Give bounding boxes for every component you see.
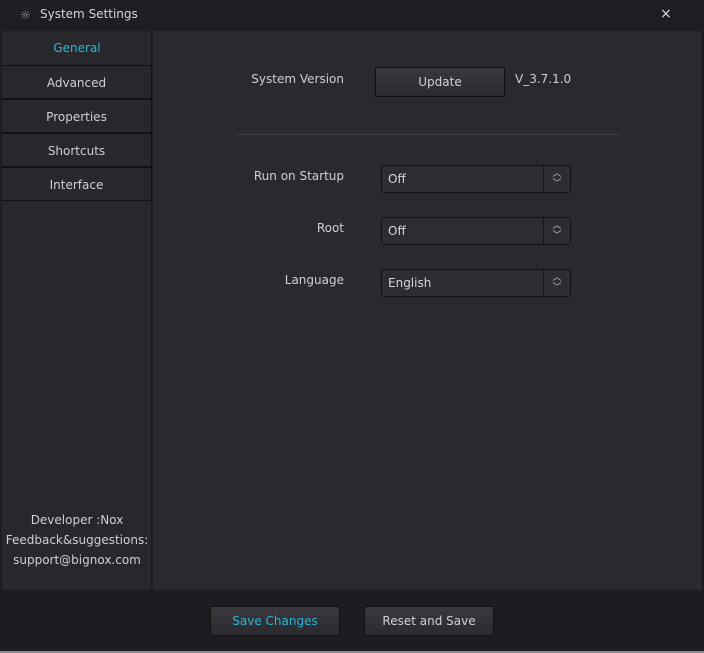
sidebar-item-general[interactable]: General — [2, 31, 152, 65]
root-label: Root — [316, 221, 344, 235]
window-title: System Settings — [40, 7, 138, 21]
save-changes-button[interactable]: Save Changes — [210, 606, 340, 636]
title-bar: ☼ System Settings × — [0, 0, 704, 31]
close-button[interactable]: × — [660, 6, 672, 22]
run-on-startup-value: Off — [388, 172, 406, 186]
gear-icon: ☼ — [20, 8, 31, 22]
sidebar-item-advanced[interactable]: Advanced — [2, 65, 152, 99]
up-down-chevron-icon[interactable]: ︿ ﹀ — [543, 270, 570, 296]
system-version-label: System Version — [251, 72, 344, 86]
run-on-startup-label: Run on Startup — [253, 169, 344, 183]
run-on-startup-select[interactable]: Off ︿ ﹀ — [381, 165, 571, 193]
divider — [235, 134, 620, 135]
feedback-text: Feedback&suggestions: — [5, 533, 149, 547]
root-select[interactable]: Off ︿ ﹀ — [381, 217, 571, 245]
up-down-chevron-icon[interactable]: ︿ ﹀ — [543, 166, 570, 192]
language-select[interactable]: English ︿ ﹀ — [381, 269, 571, 297]
developer-info: Developer :Nox Feedback&suggestions: sup… — [2, 510, 152, 570]
version-text: V_3.7.1.0 — [515, 72, 572, 86]
sidebar-item-properties[interactable]: Properties — [2, 99, 152, 133]
language-value: English — [388, 276, 432, 290]
general-panel: System Version Update V_3.7.1.0 Run on S… — [153, 31, 702, 590]
reset-and-save-button[interactable]: Reset and Save — [364, 606, 494, 636]
root-value: Off — [388, 224, 406, 238]
language-label: Language — [284, 273, 344, 287]
up-down-chevron-icon[interactable]: ︿ ﹀ — [543, 218, 570, 244]
sidebar-item-interface[interactable]: Interface — [2, 167, 152, 201]
support-email: support@bignox.com — [13, 553, 141, 567]
sidebar-item-shortcuts[interactable]: Shortcuts — [2, 133, 152, 167]
update-button[interactable]: Update — [375, 67, 505, 97]
developer-text: Developer :Nox — [30, 513, 124, 527]
sidebar: General Advanced Properties Shortcuts In… — [2, 31, 152, 590]
